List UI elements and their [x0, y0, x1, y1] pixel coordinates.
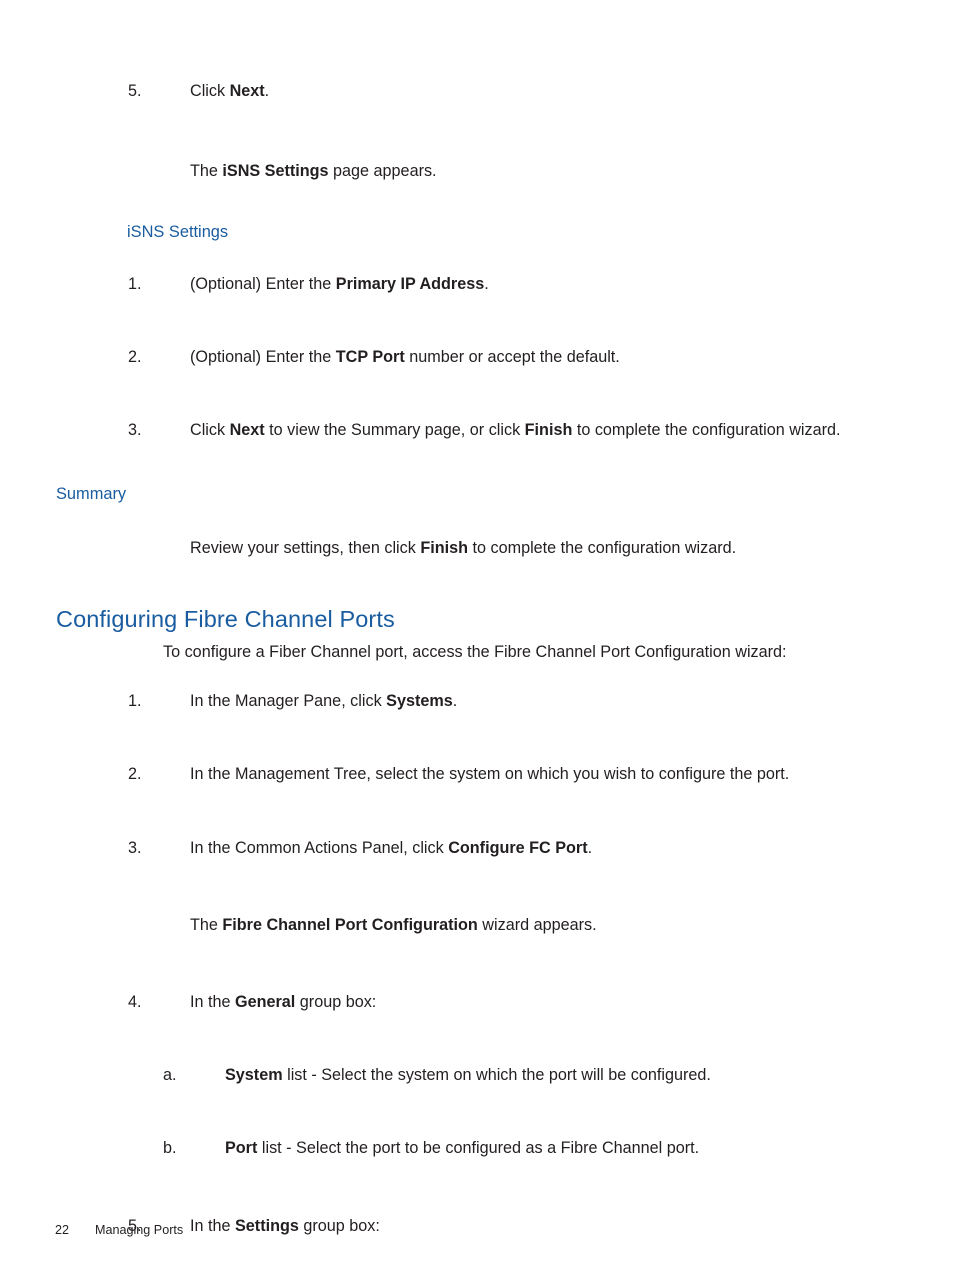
list-item-result: The Fibre Channel Port Configuration wiz…: [190, 915, 597, 934]
list-marker: b.: [163, 1139, 177, 1158]
section-heading-isns-settings: iSNS Settings: [127, 223, 229, 242]
list-marker: 3.: [128, 421, 142, 440]
summary-body: Review your settings, then click Finish …: [190, 538, 737, 557]
list-marker: 1.: [128, 274, 142, 293]
list-item: 4. In the General group box:: [0, 966, 954, 1039]
list-marker: 5.: [128, 82, 142, 101]
list-item-result: The iSNS Settings page appears.: [190, 161, 437, 180]
list-marker: 4.: [128, 993, 142, 1011]
list-item: 1. (Optional) Enter the Primary IP Addres…: [0, 247, 954, 320]
footer-page-number: 22: [55, 1223, 70, 1237]
list-marker: 1.: [128, 692, 142, 711]
list-item: 3. Click Next to view the Summary page, o…: [0, 394, 954, 467]
paragraph-intro: To configure a Fiber Channel port, acces…: [163, 643, 787, 662]
footer-chapter-title: Managing Ports: [95, 1223, 184, 1237]
document-page: 5. Click Next. The iSNS Settings page app…: [0, 0, 954, 1271]
list-marker: 3.: [128, 838, 142, 857]
list-item: 1. In the Manager Pane, click Systems.: [0, 665, 954, 738]
section-heading-configuring-fibre-channel-ports: Configuring Fibre Channel Ports: [56, 606, 395, 633]
list-item: 2. In the Management Tree, select the sys…: [0, 738, 954, 811]
section-heading-summary: Summary: [56, 485, 127, 504]
page-content: 5. Click Next. The iSNS Settings page app…: [0, 0, 954, 1271]
list-item: a. System list - Select the system on whi…: [0, 1039, 954, 1112]
list-item: a.Connection Mode list - Select the mode…: [0, 1262, 954, 1271]
list-item: 5. Click Next.: [0, 55, 954, 128]
list-marker: 2.: [128, 765, 142, 784]
list-marker: 2.: [128, 348, 142, 367]
list-marker: a.: [163, 1066, 177, 1085]
list-item: b. Port list - Select the port to be conf…: [0, 1112, 954, 1185]
list-item: 3. In the Common Actions Panel, click Con…: [0, 811, 954, 884]
list-item: 2. (Optional) Enter the TCP Port number o…: [0, 321, 954, 394]
